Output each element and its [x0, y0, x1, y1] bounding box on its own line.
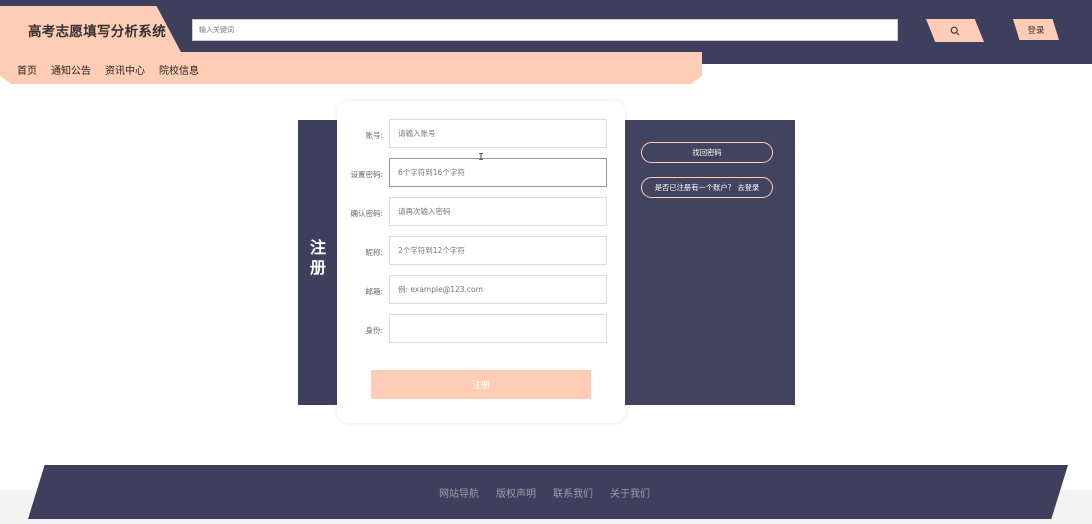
- nickname-label: 昵称:: [365, 248, 383, 257]
- identity-label: 身份:: [365, 326, 383, 335]
- password-input[interactable]: [389, 158, 607, 187]
- text-cursor-icon: I: [478, 152, 485, 163]
- register-submit-button[interactable]: 注册: [371, 370, 591, 399]
- search-input[interactable]: [192, 19, 898, 41]
- account-input[interactable]: [389, 119, 607, 148]
- nickname-input[interactable]: [389, 236, 607, 265]
- identity-input[interactable]: [389, 314, 607, 343]
- nav-item-news[interactable]: 资讯中心: [105, 62, 145, 77]
- nav-item-schools[interactable]: 院校信息: [159, 62, 199, 77]
- footer-link-about[interactable]: 关于我们: [610, 485, 650, 500]
- login-button[interactable]: 登录: [1013, 19, 1059, 40]
- main-nav: 首页 通知公告 资讯中心 院校信息: [17, 62, 199, 77]
- footer-links: 网站导航 版权声明 联系我们 关于我们: [439, 485, 650, 500]
- nav-item-home[interactable]: 首页: [17, 62, 37, 77]
- site-title: 高考志愿填写分析系统: [28, 24, 166, 40]
- account-label: 账号:: [365, 131, 383, 140]
- nav-item-notices[interactable]: 通知公告: [51, 62, 91, 77]
- register-title: 注册: [309, 238, 326, 277]
- go-login-button[interactable]: 是否已注册有一个账户？ 去登录: [641, 177, 773, 198]
- email-input[interactable]: [389, 275, 607, 304]
- footer-link-contact[interactable]: 联系我们: [553, 485, 593, 500]
- search-icon: [950, 26, 960, 35]
- confirm-password-input[interactable]: [389, 197, 607, 226]
- search-button[interactable]: [926, 19, 984, 42]
- email-label: 邮箱:: [365, 287, 383, 296]
- retrieve-password-button[interactable]: 找回密码: [641, 142, 773, 163]
- confirm-password-label: 确认密码:: [350, 209, 383, 218]
- footer-link-copyright[interactable]: 版权声明: [496, 485, 536, 500]
- password-label: 设置密码:: [350, 170, 383, 179]
- footer-link-sitemap[interactable]: 网站导航: [439, 485, 479, 500]
